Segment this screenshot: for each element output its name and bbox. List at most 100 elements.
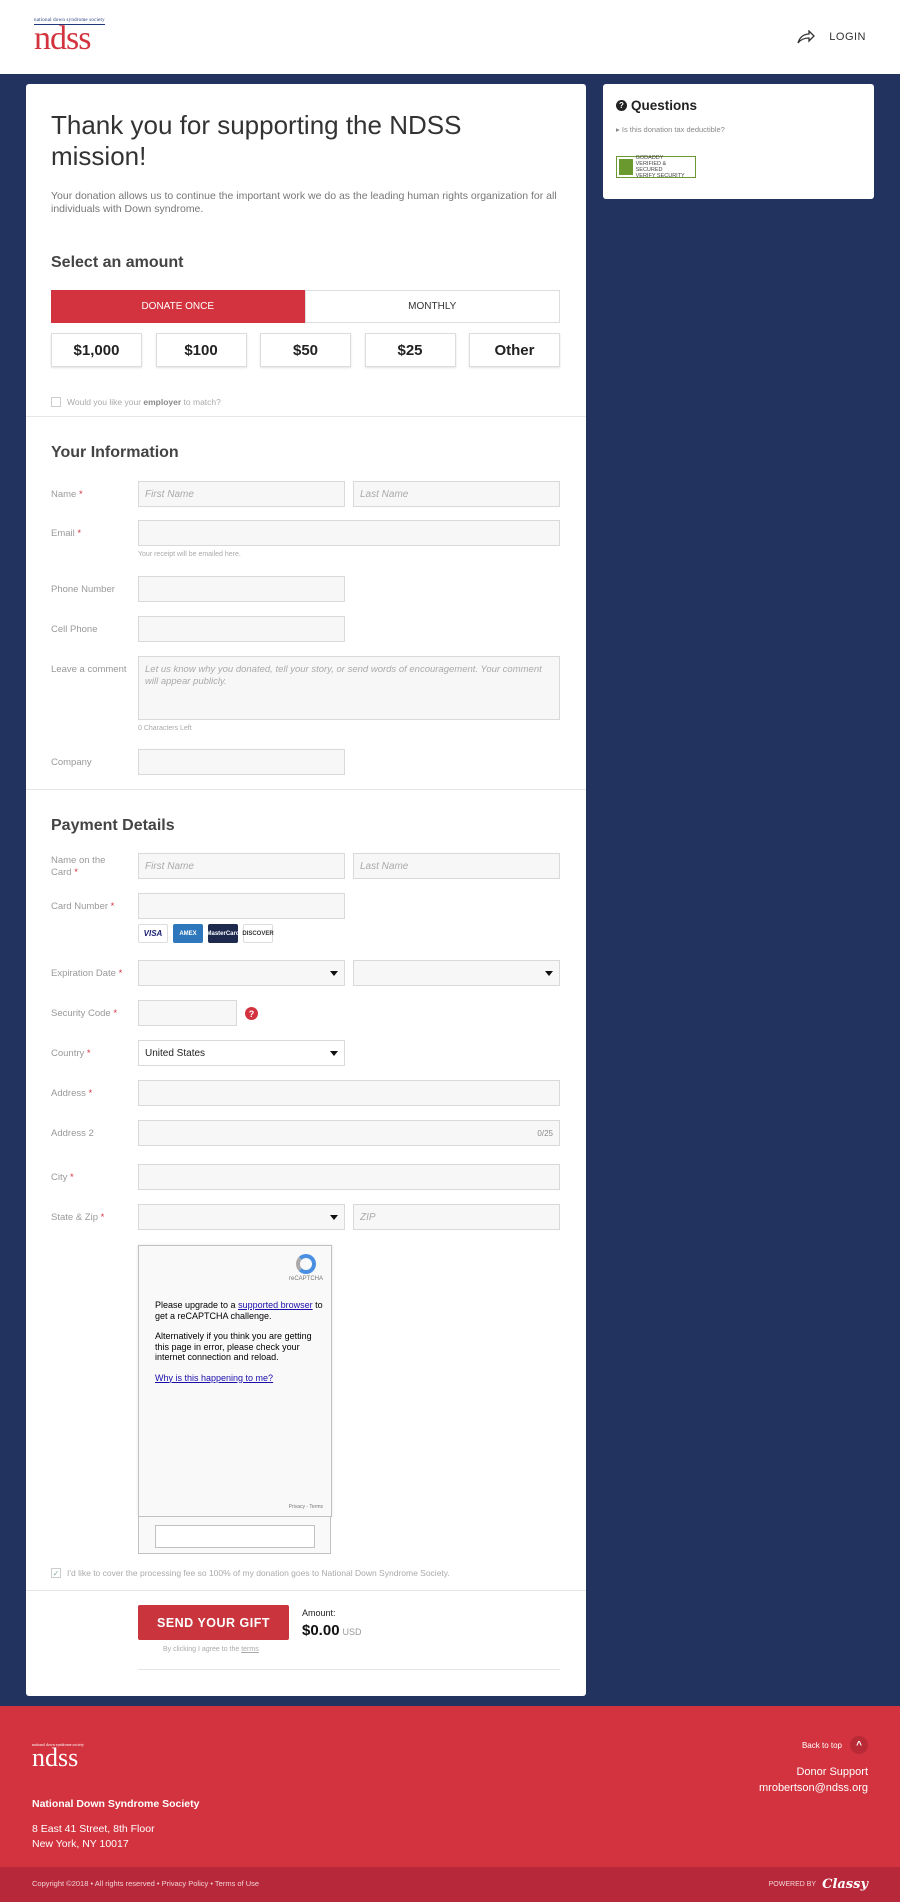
recaptcha-footer[interactable]: Privacy - Terms [289,1504,323,1510]
processing-fee-label: I'd like to cover the processing fee so … [67,1568,450,1578]
donor-support-email[interactable]: mrobertson@ndss.org [759,1780,868,1796]
donate-once-tab[interactable]: DONATE ONCE [51,290,305,323]
company-input[interactable] [138,749,345,775]
comment-counter: 0 Characters Left [138,725,192,732]
amount-total: $0.00 USD [302,1622,362,1639]
classy-logo: Classy [822,1877,868,1892]
supported-browser-link[interactable]: supported browser [238,1300,313,1310]
card-last-name-input[interactable]: Last Name [353,853,560,879]
security-code-input[interactable] [138,1000,237,1026]
country-select[interactable]: United States [138,1040,345,1066]
address2-counter: 0/25 [537,1128,553,1138]
select-amount-heading: Select an amount [51,254,184,271]
expiration-label: Expiration Date * [51,968,123,979]
address2-input[interactable]: 0/25 [138,1120,560,1146]
discover-icon: DISCOVER [242,924,274,943]
cell-phone-input[interactable] [138,616,345,642]
page-title: Thank you for supporting the NDSS missio… [51,110,462,171]
employer-match-checkbox[interactable] [51,397,61,407]
why-happening-link[interactable]: Why is this happening to me? [155,1373,273,1383]
chevron-down-icon [330,970,338,976]
seal-line-3: VERIFY SECURITY [635,173,685,179]
cell-phone-label: Cell Phone [51,624,98,635]
city-label: City * [51,1172,74,1183]
footer-logo[interactable]: national down syndrome society ndss [32,1742,84,1772]
address2-label: Address 2 [51,1128,94,1139]
question-circle-icon[interactable]: ? [245,1007,258,1020]
faq-item-label: Is this donation tax deductible? [621,125,725,134]
chevron-down-icon [545,970,553,976]
site-footer: national down syndrome society ndss Nati… [0,1706,900,1867]
powered-by-classy[interactable]: POWERED BY Classy [769,1877,868,1892]
terms-notice: By clicking I agree to the terms [163,1646,259,1653]
recaptcha-logo: reCAPTCHA [289,1254,323,1282]
intro-text: Your donation allows us to continue the … [51,190,557,215]
copyright-text: Copyright ©2018 • All rights reserved • … [32,1879,260,1888]
expiration-year-select[interactable] [353,960,560,986]
processing-fee-checkbox[interactable]: ✓ [51,1568,61,1578]
recaptcha-alt-text: Alternatively if you think you are getti… [155,1331,312,1362]
card-first-name-input[interactable]: First Name [138,853,345,879]
country-value: United States [145,1047,206,1059]
city-input[interactable] [138,1164,560,1190]
country-label: Country * [51,1048,91,1059]
amount-label: Amount: [302,1608,336,1618]
section-divider [138,1669,560,1670]
amount-options: $1,000 $100 $50 $25 Other [51,333,560,367]
amount-option-25[interactable]: $25 [364,333,456,367]
monthly-tab[interactable]: MONTHLY [304,290,560,323]
company-label: Company [51,757,92,768]
share-icon[interactable] [797,30,816,44]
footer-bottom-bar: Copyright ©2018 • All rights reserved • … [0,1867,900,1902]
email-input[interactable] [138,520,560,546]
mastercard-icon: MasterCard [207,924,240,943]
security-code-label: Security Code * [51,1008,118,1019]
address-input[interactable] [138,1080,560,1106]
site-header: national down syndrome society ndss LOGI… [0,0,900,74]
back-to-top-label: Back to top [801,1740,842,1750]
recaptcha-response-input[interactable] [155,1525,315,1548]
frequency-toggle: DONATE ONCE MONTHLY [51,290,560,323]
email-help-text: Your receipt will be emailed here. [138,551,241,558]
send-gift-button[interactable]: SEND YOUR GIFT [138,1605,289,1640]
questions-heading: ? Questions [616,98,861,113]
terms-link[interactable]: terms [241,1646,259,1653]
header-actions: LOGIN [797,30,866,44]
lock-icon [619,159,633,175]
accepted-cards: VISA AMEX MasterCard DISCOVER [138,924,274,943]
section-divider [26,1590,586,1591]
email-label: Email * [51,528,82,539]
ndss-logo[interactable]: national down syndrome society ndss [34,18,105,56]
recaptcha-response-box [138,1516,331,1554]
recaptcha-frame[interactable]: reCAPTCHA Please upgrade to a supported … [138,1245,332,1517]
amount-option-other[interactable]: Other [469,333,560,367]
seal-line-2: VERIFIED & SECURED [635,161,667,173]
state-select[interactable] [138,1204,345,1230]
amount-option-50[interactable]: $50 [260,333,351,367]
first-name-input[interactable]: First Name [138,481,345,507]
card-name-label: Name on the Card * [51,855,106,878]
visa-icon: VISA [138,924,168,943]
recaptcha-icon [295,1254,316,1274]
chevron-down-icon [330,1214,338,1220]
zip-input[interactable]: ZIP [353,1204,560,1230]
amount-option-100[interactable]: $100 [155,333,247,367]
expiration-month-select[interactable] [138,960,345,986]
name-label: Name * [51,489,83,500]
login-link[interactable]: LOGIN [829,31,866,43]
section-divider [26,416,586,417]
footer-logo-wordmark: ndss [32,1743,79,1772]
comment-textarea[interactable]: Let us know why you donated, tell your s… [138,656,560,720]
phone-label: Phone Number [51,584,115,595]
processing-fee-row: ✓ I'd like to cover the processing fee s… [51,1568,450,1578]
last-name-input[interactable]: Last Name [353,481,560,507]
questions-panel: ? Questions ▸ Is this donation tax deduct… [603,84,874,199]
amount-option-1000[interactable]: $1,000 [51,333,142,367]
godaddy-seal[interactable]: GODADDY VERIFIED & SECURED VERIFY SECURI… [616,155,696,179]
faq-item-tax[interactable]: ▸ Is this donation tax deductible? [616,125,861,134]
back-to-top-link[interactable]: Back to top ^ [802,1736,868,1754]
employer-match-label: Would you like your employer to match? [67,397,221,407]
section-divider [26,789,586,790]
phone-input[interactable] [138,576,345,602]
card-number-input[interactable] [138,893,345,919]
